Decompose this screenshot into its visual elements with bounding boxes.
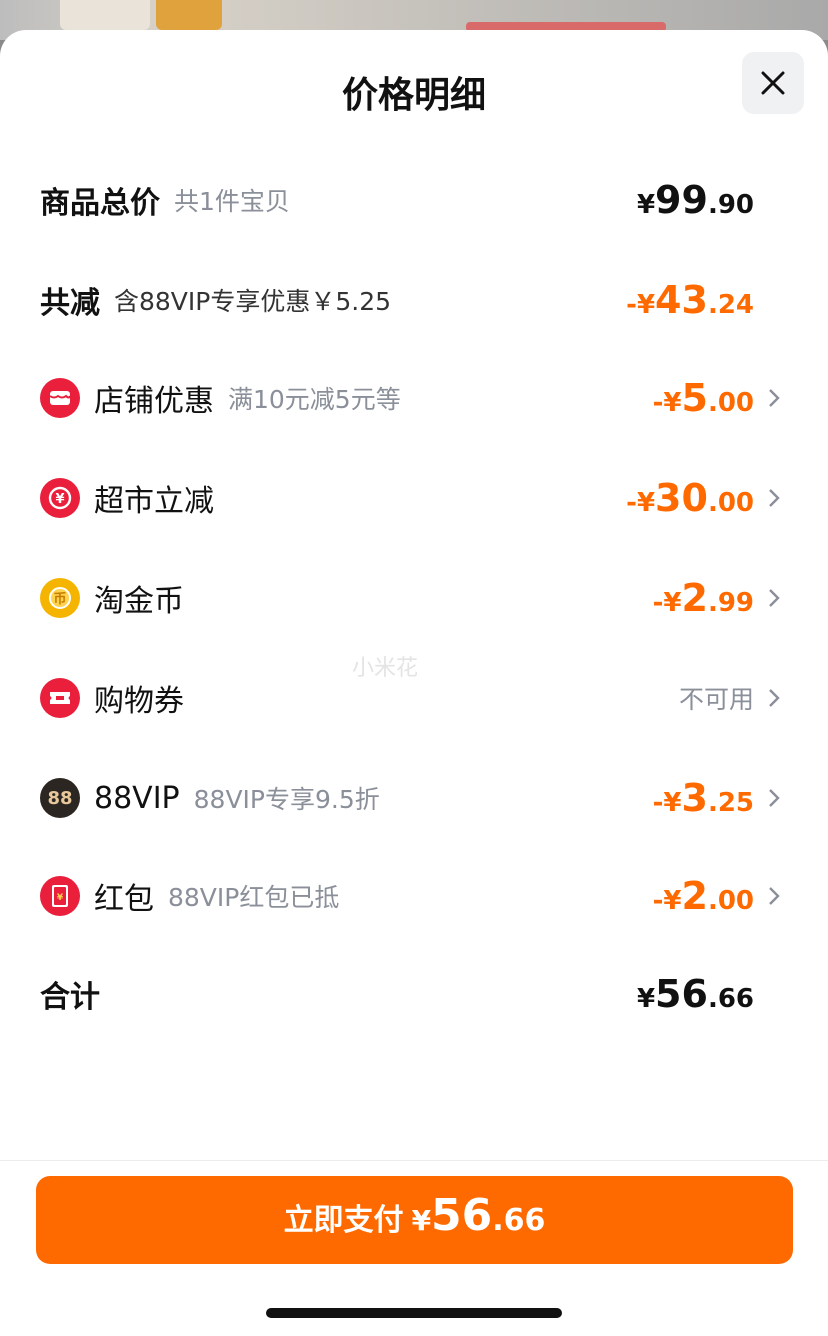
gold-coin-icon: 币 <box>40 578 80 618</box>
chevron-right-icon <box>754 688 780 708</box>
vip-discount-note: 含88VIP专享优惠￥5.25 <box>114 287 392 316</box>
store-discount-row[interactable]: 店铺优惠 满10元减5元等 -¥ 5.00 <box>40 368 780 428</box>
total-price-row: 商品总价 共1件宝贝 ¥99.90 <box>40 170 780 230</box>
vip-discount-rate: 88VIP专享9.5折 <box>193 785 380 814</box>
pay-currency: ¥ <box>411 1204 432 1237</box>
svg-text:¥: ¥ <box>57 893 64 903</box>
pay-now-button[interactable]: 立即支付 ¥ 56 .66 <box>36 1176 793 1264</box>
vip-discount-value: -¥ 3.25 <box>652 776 754 820</box>
chevron-right-icon <box>754 588 780 608</box>
chevron-right-icon <box>754 788 780 808</box>
watermark: 小米花 <box>352 656 419 681</box>
close-icon <box>761 71 785 95</box>
home-indicator <box>266 1308 562 1318</box>
market-discount-value: -¥ 30.00 <box>626 476 754 520</box>
red-packet-icon: ¥ <box>40 876 80 916</box>
red-packet-note: 88VIP红包已抵 <box>168 883 340 912</box>
total-price-value: ¥99.90 <box>636 178 754 222</box>
grand-total-label: 合计 <box>40 980 100 1015</box>
gold-coin-row[interactable]: 币 淘金币 -¥ 2.99 <box>40 568 780 628</box>
red-packet-row[interactable]: ¥ 红包 88VIP红包已抵 -¥ 2.00 <box>40 866 780 926</box>
grand-total-value: ¥56.66 <box>636 972 754 1016</box>
pay-amount-int: 56 <box>431 1190 493 1241</box>
sheet-title: 价格明细 <box>341 75 486 116</box>
close-button[interactable] <box>742 52 804 114</box>
market-discount-row[interactable]: ¥ 超市立减 -¥ 30.00 <box>40 468 780 528</box>
chevron-right-icon <box>754 388 780 408</box>
store-coupon-icon <box>40 378 80 418</box>
voucher-status: 不可用 <box>678 685 754 714</box>
store-discount-value: -¥ 5.00 <box>652 376 754 420</box>
grand-total-row: 合计 ¥56.66 <box>40 964 780 1024</box>
total-discount-label: 共减 <box>40 286 100 321</box>
yuan-circle-icon: ¥ <box>40 478 80 518</box>
market-discount-label: 超市立减 <box>94 484 214 519</box>
gold-coin-value: -¥ 2.99 <box>652 576 754 620</box>
chevron-right-icon <box>754 886 780 906</box>
total-discount-value: -¥ 43.24 <box>626 278 754 322</box>
red-packet-value: -¥ 2.00 <box>652 874 754 918</box>
item-count: 共1件宝贝 <box>174 187 290 216</box>
pay-amount-dec: .66 <box>492 1203 546 1238</box>
svg-text:币: 币 <box>53 592 66 607</box>
total-price-label: 商品总价 <box>40 186 160 221</box>
background-product-image <box>60 0 150 30</box>
store-discount-note: 满10元减5元等 <box>228 385 401 414</box>
pay-now-label: 立即支付 <box>283 1203 404 1238</box>
total-discount-row: 共减 含88VIP专享优惠￥5.25 -¥ 43.24 <box>40 270 780 330</box>
88vip-badge-icon: 88 <box>40 778 80 818</box>
footer-divider <box>0 1160 828 1161</box>
vip-label: 88VIP <box>94 780 180 816</box>
svg-text:¥: ¥ <box>55 492 64 507</box>
chevron-right-icon <box>754 488 780 508</box>
shopping-voucher-label: 购物券 <box>94 684 184 719</box>
store-discount-label: 店铺优惠 <box>94 384 214 419</box>
background-product-image <box>156 0 222 30</box>
price-detail-sheet: 价格明细 商品总价 共1件宝贝 ¥99.90 共减 含88VIP专享优惠￥5.2… <box>0 30 828 1336</box>
vip-discount-row[interactable]: 88 88VIP 88VIP专享9.5折 -¥ 3.25 <box>40 768 780 828</box>
red-packet-label: 红包 <box>94 882 154 917</box>
gold-coin-label: 淘金币 <box>94 584 184 619</box>
ticket-icon <box>40 678 80 718</box>
